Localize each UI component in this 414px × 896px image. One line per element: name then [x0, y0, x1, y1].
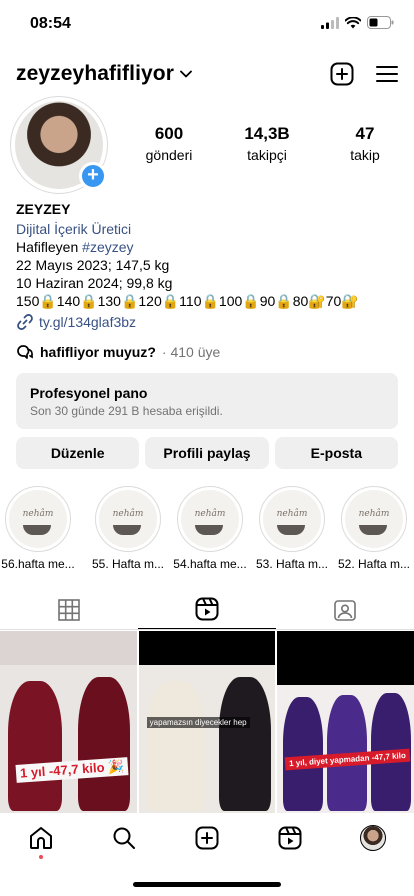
- highlight-label: 52. Hafta m...: [337, 557, 411, 571]
- create-icon: [195, 826, 219, 850]
- home-icon: [30, 827, 53, 849]
- status-icons: [321, 16, 394, 29]
- highlight-label: 55. Hafta m...: [91, 557, 165, 571]
- channel-members: · 410 üye: [161, 344, 221, 360]
- bio-text: Hafifleyen: [16, 239, 83, 255]
- dashboard-title: Profesyonel pano: [30, 385, 148, 401]
- email-button[interactable]: E-posta: [274, 437, 398, 469]
- content-tabs: [0, 590, 414, 630]
- stat-value: 600: [154, 124, 184, 143]
- story-highlights: nehâm 56.hafta me... nehâm 55. Hafta m..…: [0, 486, 414, 576]
- profile-avatar-icon: [359, 825, 386, 851]
- add-story-icon[interactable]: +: [79, 162, 107, 190]
- tab-reels[interactable]: [138, 590, 276, 629]
- header-actions: [330, 62, 398, 86]
- menu-icon[interactable]: [376, 65, 398, 83]
- dashboard-subtitle: Son 30 günde 291 B hesaba erişildi.: [30, 404, 223, 418]
- nav-search[interactable]: [83, 813, 166, 863]
- share-profile-button[interactable]: Profili paylaş: [145, 437, 269, 469]
- highlight-cover-text: nehâm: [22, 509, 54, 519]
- grid-icon: [58, 598, 80, 621]
- highlight-cover-text: nehâm: [194, 509, 226, 519]
- edit-profile-button[interactable]: Düzenle: [16, 437, 140, 469]
- tagged-person-icon: [334, 599, 356, 621]
- stat-label: takipçi: [247, 147, 287, 163]
- search-icon: [113, 827, 136, 849]
- status-bar: 08:54: [0, 0, 414, 48]
- reels-icon: [195, 597, 219, 621]
- profile-header: zeyzeyhafifliyor: [0, 58, 414, 92]
- highlight-cover: nehâm: [5, 486, 71, 552]
- highlight-label: 56.hafta me...: [1, 557, 75, 571]
- highlight-cover-text: nehâm: [358, 509, 390, 519]
- display-name: ZEYZEY: [16, 201, 71, 217]
- wifi-icon: [345, 16, 361, 28]
- bio-link-text: ty.gl/134glaf3bz: [39, 314, 137, 330]
- stat-followers[interactable]: 14,3B takipçi: [218, 124, 316, 163]
- nav-create[interactable]: [166, 813, 249, 863]
- nav-reels[interactable]: [248, 813, 331, 863]
- highlight-cover-text: nehâm: [112, 509, 144, 519]
- profile-bio: ZEYZEY Dijital İçerik Üretici Hafifleyen…: [16, 200, 400, 331]
- highlight-item[interactable]: nehâm 55. Hafta m...: [88, 486, 168, 571]
- profile-actions: Düzenle Profili paylaş E-posta: [16, 437, 398, 469]
- broadcast-channel[interactable]: hafifliyor muyuz? · 410 üye: [16, 344, 220, 360]
- notification-dot: [39, 855, 44, 859]
- stat-label: gönderi: [145, 147, 193, 163]
- bottom-navigation: [0, 813, 414, 863]
- nav-profile[interactable]: [331, 813, 414, 863]
- tab-tagged[interactable]: [276, 590, 414, 629]
- highlight-cover: nehâm: [259, 486, 325, 552]
- bio-link[interactable]: ty.gl/134glaf3bz: [16, 313, 400, 331]
- stat-value: 47: [355, 124, 375, 143]
- reel-thumbnail[interactable]: yapamazsın diyecekler hep: [138, 631, 276, 813]
- stat-label: takip: [350, 147, 380, 163]
- highlight-cover-text: nehâm: [276, 509, 308, 519]
- highlight-label: 53. Hafta m...: [255, 557, 329, 571]
- highlight-cover: nehâm: [341, 486, 407, 552]
- chevron-down-icon: [180, 70, 192, 78]
- reel-thumbnail[interactable]: 1 yıl, diyet yapmadan -47,7 kilo: [277, 631, 414, 813]
- account-switcher[interactable]: zeyzeyhafifliyor: [16, 62, 192, 86]
- cellular-signal-icon: [321, 16, 339, 29]
- bio-line: Hafifleyen #zeyzey: [16, 238, 400, 256]
- create-post-icon[interactable]: [330, 62, 354, 86]
- highlight-item[interactable]: nehâm 52. Hafta m...: [334, 486, 414, 571]
- bio-hashtag[interactable]: #zeyzey: [82, 239, 133, 255]
- highlight-label: 54.hafta me...: [173, 557, 247, 571]
- stat-following[interactable]: 47 takip: [316, 124, 414, 163]
- channel-name: hafifliyor muyuz?: [40, 344, 156, 360]
- nav-home[interactable]: [0, 813, 83, 863]
- chat-bubbles-icon: [17, 345, 33, 359]
- reels-icon: [278, 826, 302, 850]
- profile-stats: 600 gönderi 14,3B takipçi 47 takip: [120, 124, 414, 163]
- link-icon: [17, 314, 33, 330]
- stat-posts[interactable]: 600 gönderi: [120, 124, 218, 163]
- highlight-item[interactable]: nehâm 53. Hafta m...: [252, 486, 332, 571]
- highlight-item[interactable]: nehâm 54.hafta me...: [170, 486, 250, 571]
- username: zeyzeyhafifliyor: [16, 62, 174, 85]
- reels-grid: 1 yıl -47,7 kilo 🎉 yapamazsın diyecekler…: [0, 631, 414, 813]
- highlight-cover: nehâm: [95, 486, 161, 552]
- reel-caption: yapamazsın diyecekler hep: [146, 717, 250, 728]
- reel-thumbnail[interactable]: 1 yıl -47,7 kilo 🎉: [0, 631, 137, 813]
- profile-category[interactable]: Dijital İçerik Üretici: [16, 220, 400, 238]
- professional-dashboard[interactable]: Profesyonel pano Son 30 günde 291 B hesa…: [16, 373, 398, 429]
- stat-value: 14,3B: [244, 124, 290, 143]
- status-time: 08:54: [30, 15, 71, 32]
- home-indicator: [133, 882, 281, 887]
- profile-avatar[interactable]: +: [10, 96, 108, 194]
- battery-icon: [367, 16, 394, 29]
- bio-line: 10 Haziran 2024; 99,8 kg: [16, 275, 173, 291]
- tab-posts-grid[interactable]: [0, 590, 138, 629]
- highlight-item[interactable]: nehâm 56.hafta me...: [0, 486, 78, 571]
- bio-line: 150🔒140🔒130🔒120🔒110🔒100🔒90🔒80🔐70🔐: [16, 293, 359, 309]
- highlight-cover: nehâm: [177, 486, 243, 552]
- bio-line: 22 Mayıs 2023; 147,5 kg: [16, 257, 170, 273]
